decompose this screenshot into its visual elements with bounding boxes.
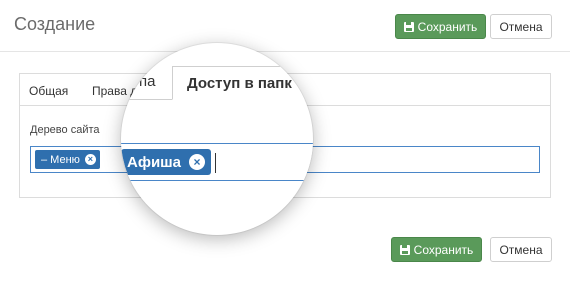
tab-folder-access[interactable]: Доступ в папк (172, 66, 308, 100)
remove-tag-icon[interactable]: × (189, 154, 206, 170)
floppy-disk-icon (399, 244, 410, 255)
save-button-bottom[interactable]: Сохранить (391, 237, 482, 262)
floppy-disk-icon (403, 21, 414, 32)
page-title: Создание (14, 14, 96, 34)
tab-general[interactable]: Общая (29, 84, 68, 98)
save-button-top[interactable]: Сохранить (395, 14, 486, 39)
cancel-button-label: Отмена (499, 242, 543, 257)
tag-afisha: Афиша × (121, 149, 212, 175)
tab-folder-access-label: Доступ в папк (187, 75, 292, 92)
tag-label: – Меню (41, 153, 80, 166)
magnified-site-tree-input[interactable]: Афиша × (121, 143, 313, 181)
magnifier-lens: па Доступ в папк Афиша × (121, 43, 313, 235)
magnified-tab-permissions[interactable]: па (139, 73, 155, 90)
cancel-button-top[interactable]: Отмена (490, 14, 552, 39)
tag-menu: – Меню × (35, 150, 100, 169)
cancel-button-label: Отмена (499, 19, 543, 34)
save-button-label: Сохранить (413, 242, 474, 257)
tag-label: Афиша (127, 153, 182, 171)
site-tree-label: Дерево сайта (30, 124, 100, 136)
cancel-button-bottom[interactable]: Отмена (490, 237, 552, 262)
text-cursor (215, 153, 216, 173)
page-header: Создание Сохранить Отмена (0, 0, 570, 52)
remove-tag-icon[interactable]: × (84, 154, 96, 165)
save-button-label: Сохранить (417, 19, 478, 34)
